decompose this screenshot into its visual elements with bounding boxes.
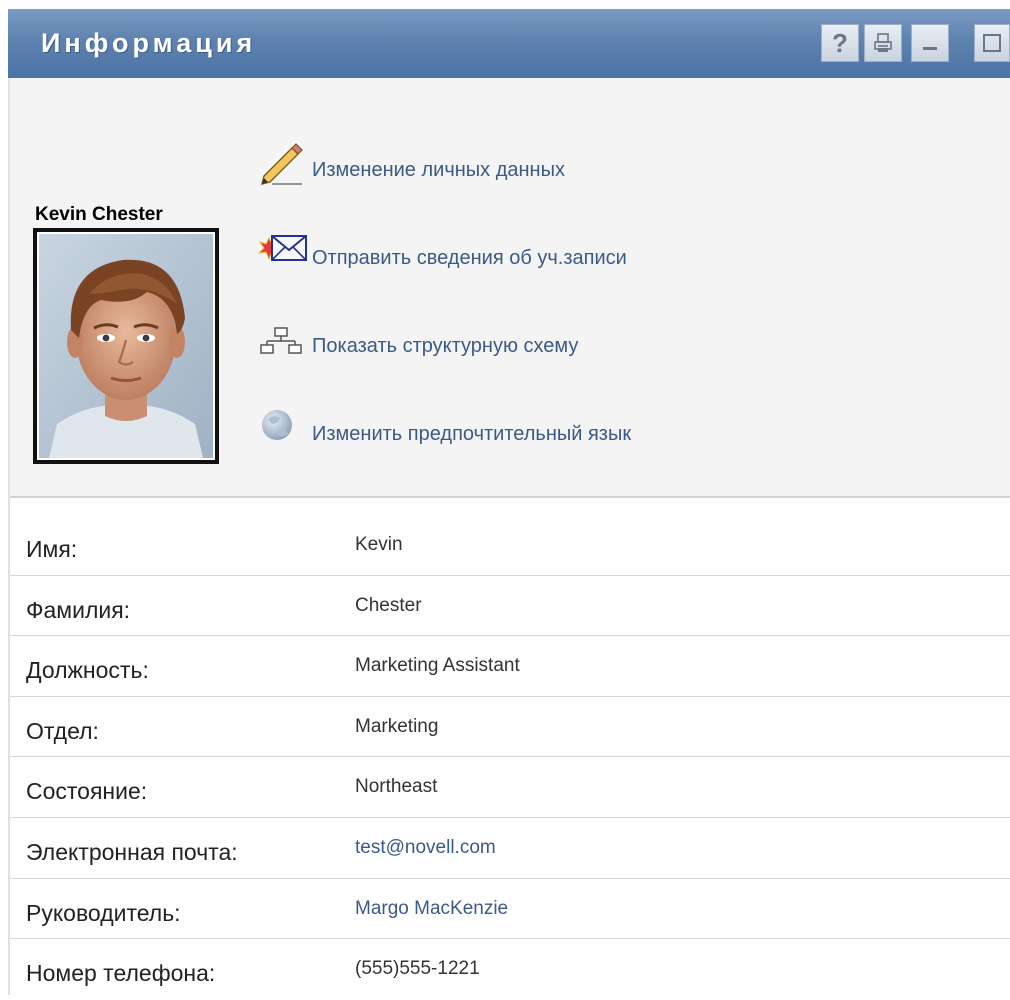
- edit-profile-label[interactable]: Изменение личных данных: [312, 159, 565, 186]
- change-language-link[interactable]: Изменить предпочтительный язык: [258, 400, 631, 450]
- window-title: Информация: [41, 28, 257, 58]
- phone-label: Номер телефона:: [26, 960, 216, 987]
- show-org-chart-label[interactable]: Показать структурную схему: [312, 335, 578, 362]
- job-title-value: Marketing Assistant: [355, 655, 520, 677]
- last-name-value: Chester: [355, 594, 422, 616]
- minimize-icon: [923, 47, 937, 50]
- detail-row-region: Состояние: Northeast: [10, 757, 1010, 818]
- email-label: Электронная почта:: [26, 838, 238, 865]
- print-button[interactable]: [864, 24, 902, 62]
- last-name-label: Фамилия:: [26, 596, 131, 623]
- send-account-info-label[interactable]: Отправить сведения об уч.записи: [312, 247, 627, 274]
- region-label: Состояние:: [26, 778, 148, 805]
- email-link[interactable]: test@novell.com: [355, 837, 496, 859]
- pencil-icon: [258, 140, 310, 186]
- header-divider: [10, 496, 1010, 498]
- first-name-label: Имя:: [26, 536, 78, 562]
- envelope-icon: [257, 228, 310, 274]
- region-value: Northeast: [355, 776, 438, 798]
- detail-row-title: Должность: Marketing Assistant: [10, 636, 1010, 697]
- user-display-name: Kevin Chester: [35, 204, 163, 225]
- show-org-chart-link[interactable]: Показать структурную схему: [258, 312, 578, 362]
- detail-row-manager: Руководитель: Margo MacKenzie: [10, 879, 1010, 940]
- globe-icon: [258, 404, 310, 450]
- edit-profile-link[interactable]: Изменение личных данных: [258, 136, 565, 186]
- first-name-value: Kevin: [355, 534, 403, 555]
- change-language-label[interactable]: Изменить предпочтительный язык: [312, 423, 631, 450]
- detail-row-last-name: Фамилия: Chester: [10, 576, 1010, 637]
- maximize-button[interactable]: [974, 24, 1010, 62]
- manager-link[interactable]: Margo MacKenzie: [355, 898, 508, 920]
- detail-row-email: Электронная почта: test@novell.com: [10, 818, 1010, 879]
- avatar: [39, 234, 213, 458]
- department-value: Marketing: [355, 715, 439, 737]
- department-label: Отдел:: [26, 717, 99, 744]
- maximize-icon: [983, 34, 1001, 52]
- job-title-label: Должность:: [26, 657, 149, 684]
- printer-icon: [874, 33, 892, 52]
- org-chart-icon: [258, 316, 310, 362]
- manager-label: Руководитель:: [26, 899, 181, 926]
- minimize-button[interactable]: [911, 24, 949, 62]
- detail-row-first-name: Имя: Kevin: [10, 515, 1010, 576]
- user-details-table: Имя: Kevin Фамилия: Chester Должность: M…: [10, 515, 1010, 1000]
- help-icon: ?: [832, 27, 848, 58]
- window-titlebar: Информация ?: [8, 9, 1010, 78]
- user-photo: [33, 228, 219, 464]
- detail-row-phone: Номер телефона: (555)555-1221: [10, 939, 1010, 1000]
- send-account-info-link[interactable]: Отправить сведения об уч.записи: [257, 224, 627, 274]
- phone-value: (555)555-1221: [355, 958, 480, 980]
- detail-row-department: Отдел: Marketing: [10, 697, 1010, 758]
- help-button[interactable]: ?: [821, 24, 859, 62]
